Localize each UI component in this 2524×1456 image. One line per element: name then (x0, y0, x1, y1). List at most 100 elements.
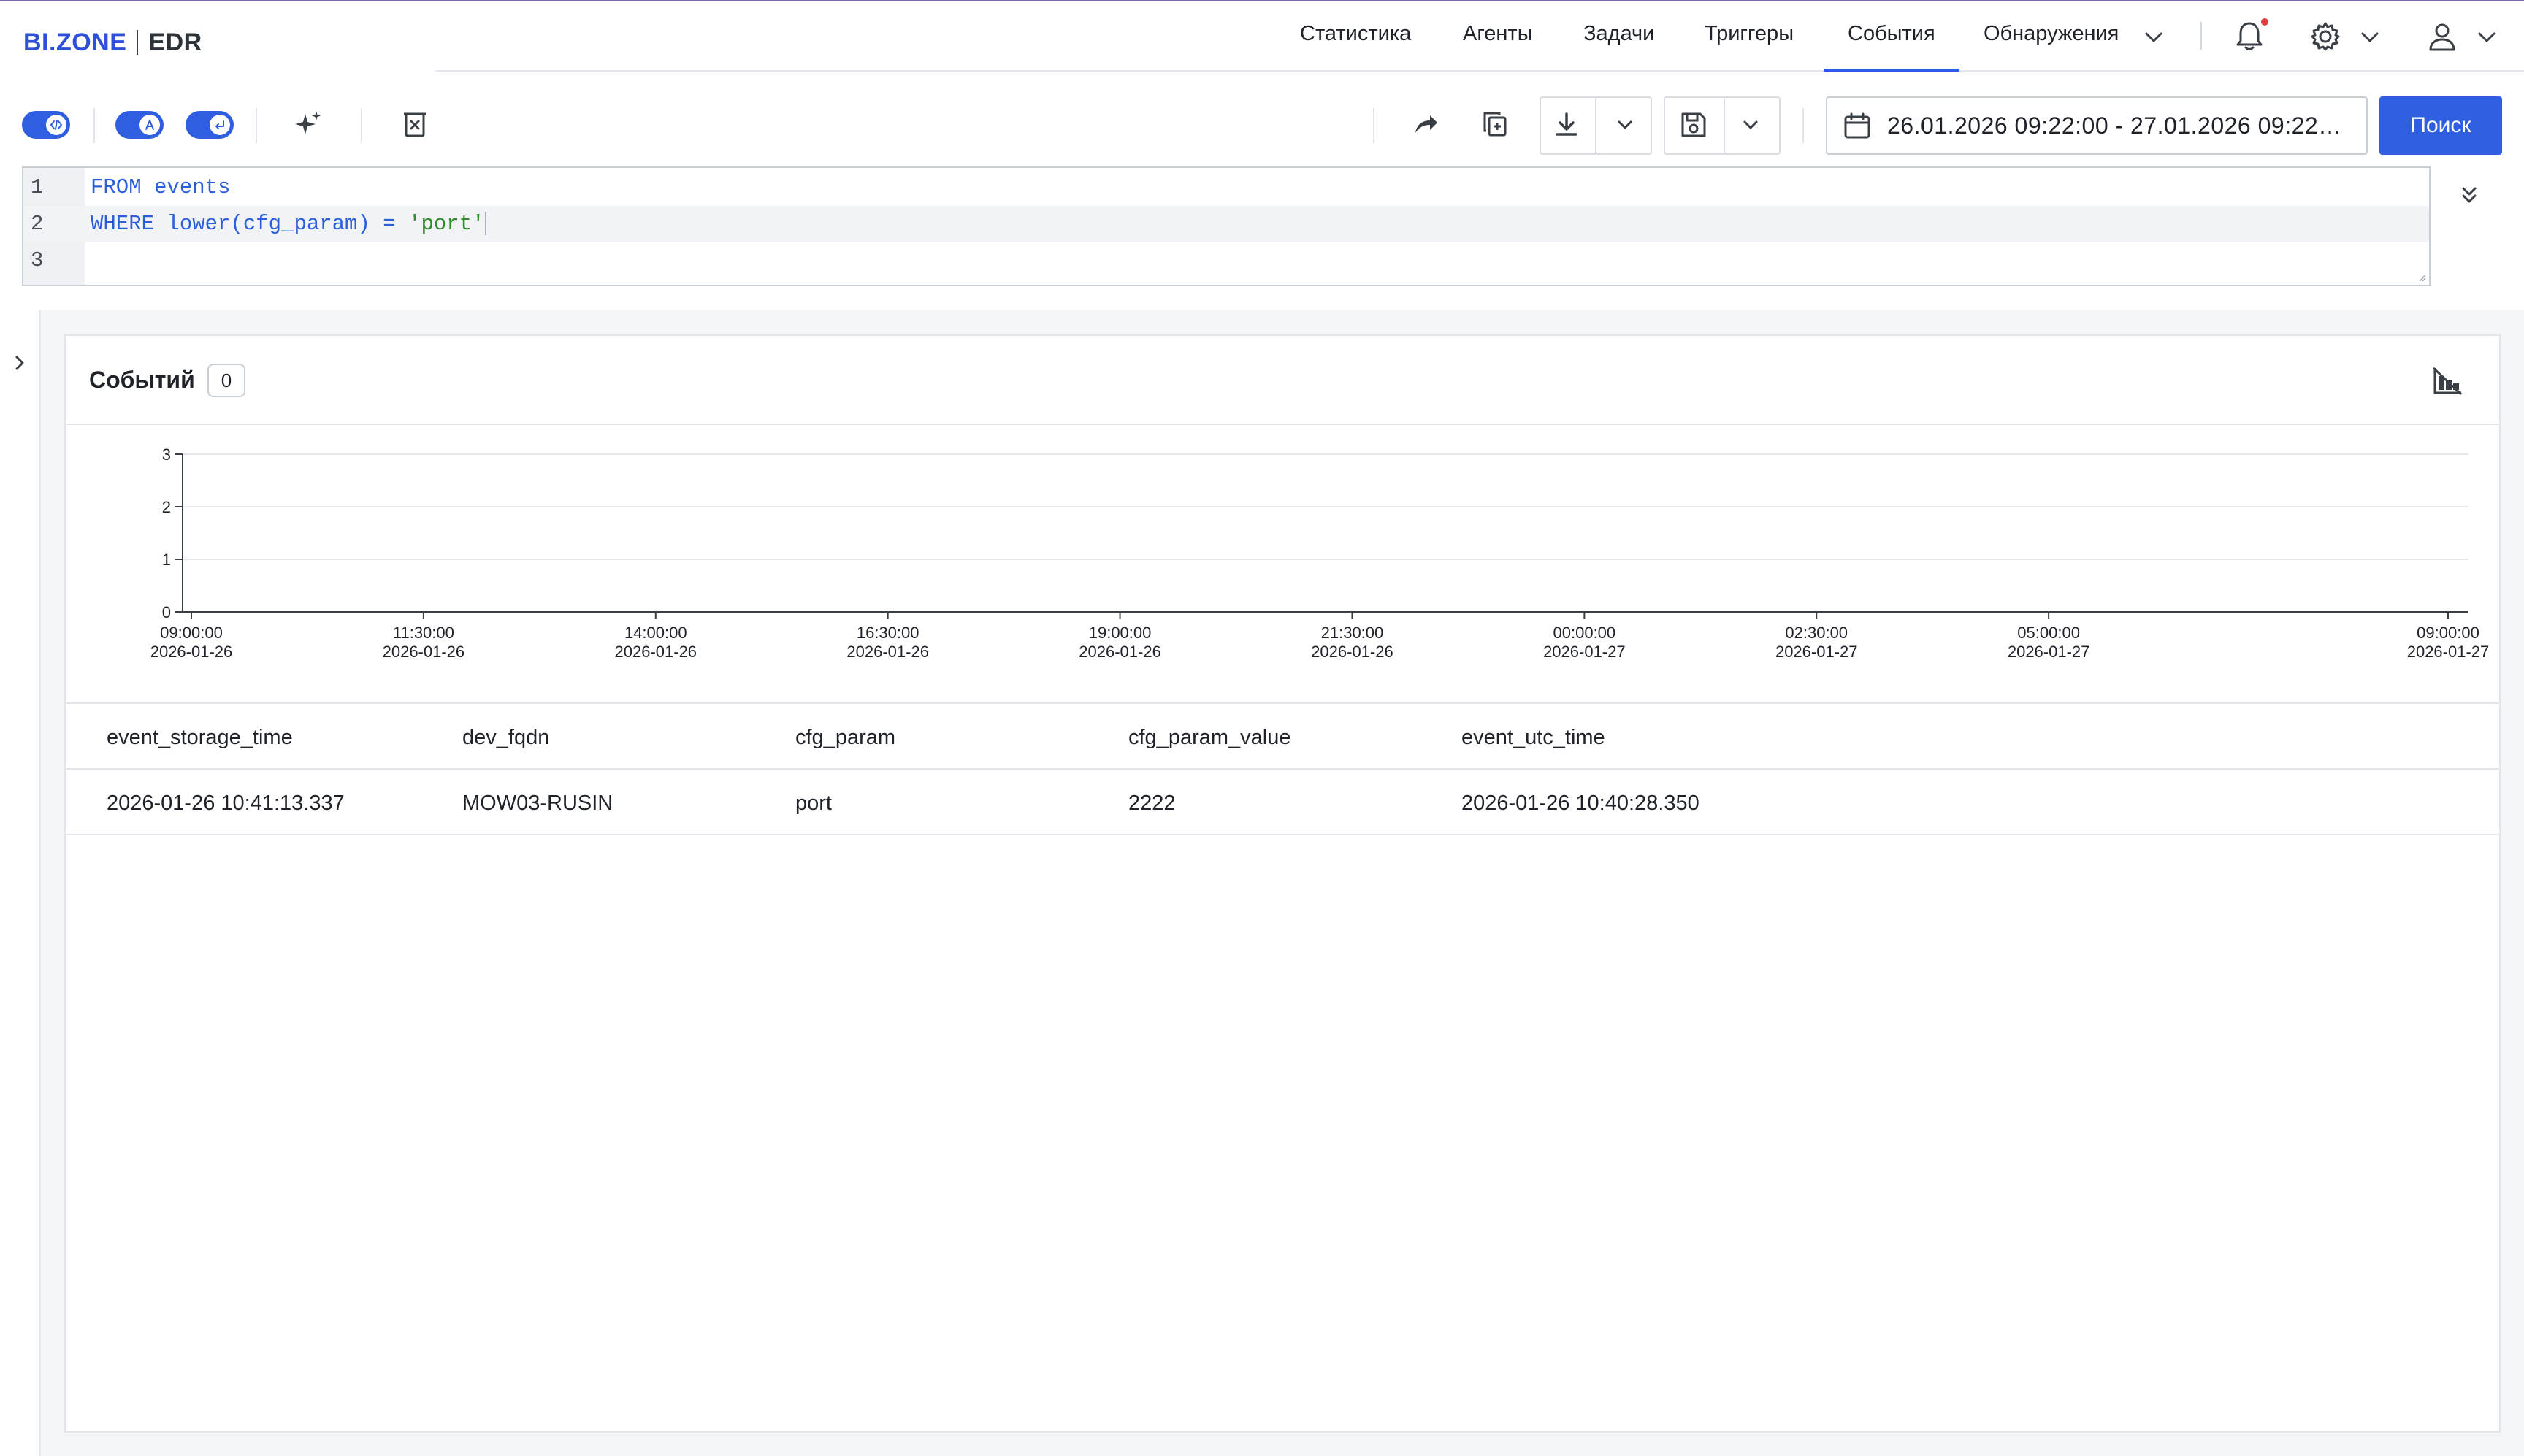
x-tick-date: 2026-01-26 (1079, 643, 1161, 661)
x-tick-time: 02:30:00 (1785, 624, 1848, 642)
results-card: Событий 0 0 1 2 3 09:00:00 2026-01-26 11:30:00… (64, 334, 2501, 1433)
download-icon[interactable] (1551, 110, 1582, 140)
code-icon (46, 115, 66, 135)
copy-button[interactable] (1472, 102, 1519, 149)
x-tick-time: 00:00:00 (1553, 624, 1616, 642)
code-line[interactable]: 1 FROM events (23, 169, 2429, 206)
chevron-down-icon[interactable] (2143, 26, 2165, 48)
code-line-active[interactable]: 2 WHERE lower(cfg_param) = 'port' (23, 206, 2429, 242)
column-header-event-utc-time[interactable]: event_utc_time (1461, 726, 1605, 750)
toolbar-separator (361, 108, 362, 143)
share-icon (1411, 110, 1440, 142)
y-tick-label: 0 (162, 603, 171, 621)
line-number: 2 (31, 212, 44, 236)
toolbar-separator (256, 108, 257, 143)
results-header: Событий 0 (66, 336, 2499, 425)
sparkle-icon (292, 108, 324, 144)
split-divider (1724, 98, 1725, 153)
logo[interactable]: BI.ZONE EDR (23, 28, 202, 57)
x-tick-date: 2026-01-26 (615, 643, 697, 661)
clear-query-button[interactable] (391, 102, 438, 149)
bell-icon[interactable] (2233, 19, 2265, 53)
letter-a-icon (139, 115, 160, 135)
y-tick-label: 2 (162, 498, 171, 516)
y-tick-label: 1 (162, 551, 171, 569)
chart-toggle-icon[interactable] (2431, 365, 2466, 397)
chevron-down-icon[interactable] (1614, 114, 1636, 136)
sql-text: events (141, 175, 231, 199)
notification-dot (2261, 18, 2268, 26)
results-table: event_storage_time dev_fqdn cfg_param cfg_p… (66, 704, 2499, 835)
user-icon[interactable] (2426, 20, 2458, 53)
date-range-picker[interactable]: 26.01.2026 09:22:00 - 27.01.2026 09:22… (1826, 96, 2368, 155)
logo-separator (137, 30, 139, 55)
search-button[interactable]: Поиск (2379, 96, 2502, 155)
x-tick-time: 19:00:00 (1089, 624, 1152, 642)
gear-icon[interactable] (2309, 20, 2341, 53)
nav-item-tasks[interactable]: Задачи (1583, 22, 1654, 46)
clear-icon (402, 110, 427, 142)
x-tick-time: 05:00:00 (2017, 624, 2080, 642)
code-mode-toggle[interactable] (22, 111, 70, 139)
column-header-cfg-param[interactable]: cfg_param (795, 726, 895, 750)
x-tick-time: 14:00:00 (624, 624, 687, 642)
toolbar-separator (1373, 108, 1374, 143)
table-cell-dev-fqdn: MOW03-RUSIN (462, 792, 613, 815)
y-tick-label: 3 (162, 445, 171, 464)
nav-item-triggers[interactable]: Триггеры (1705, 22, 1794, 46)
enter-icon (210, 115, 230, 135)
table-body: 2026-01-26 10:41:13.337 MOW03-RUSIN port 22… (66, 770, 2499, 835)
results-title: Событий (89, 367, 195, 393)
sql-string: 'port' (408, 212, 485, 236)
nav-item-detections[interactable]: Обнаружения (1984, 22, 2119, 46)
sql-keyword: WHERE (91, 212, 155, 236)
share-button[interactable] (1402, 102, 1449, 149)
x-tick-date: 2026-01-26 (1311, 643, 1393, 661)
x-tick-date: 2026-01-27 (2407, 643, 2490, 661)
toolbar-separator (93, 108, 95, 143)
column-header-dev-fqdn[interactable]: dev_fqdn (462, 726, 549, 750)
sql-keyword: FROM (91, 175, 142, 199)
logo-product: EDR (148, 28, 202, 56)
column-header-event-storage-time[interactable]: event_storage_time (107, 726, 293, 750)
chevron-down-icon[interactable] (1740, 114, 1762, 136)
copy-icon (1480, 109, 1511, 143)
sql-text: lower(cfg_param) = (154, 212, 409, 236)
results-count-badge: 0 (207, 364, 245, 397)
x-tick-time: 16:30:00 (857, 624, 919, 642)
nav-item-statistics[interactable]: Статистика (1300, 22, 1411, 46)
chevron-down-icon[interactable] (2476, 26, 2498, 48)
nav-item-events[interactable]: События (1848, 22, 1935, 46)
x-tick-time: 21:30:00 (1321, 624, 1384, 642)
table-row[interactable]: 2026-01-26 10:41:13.337 MOW03-RUSIN port 22… (66, 770, 2499, 835)
table-cell-event-storage-time: 2026-01-26 10:41:13.337 (107, 792, 345, 815)
table-cell-cfg-param: port (795, 792, 832, 815)
line-number: 3 (31, 248, 44, 272)
resize-handle-icon[interactable] (2419, 275, 2426, 282)
line-wrap-toggle[interactable] (186, 111, 234, 139)
table-cell-cfg-param-value: 2222 (1128, 792, 1176, 815)
calendar-icon (1842, 111, 1873, 142)
chevron-right-icon[interactable] (9, 352, 31, 374)
logo-brand: BI.ZONE (23, 28, 127, 56)
x-tick-date: 2026-01-27 (1543, 643, 1626, 661)
x-tick-time: 09:00:00 (160, 624, 223, 642)
autocomplete-toggle[interactable] (115, 111, 164, 139)
collapse-editor-icon[interactable] (2458, 183, 2480, 209)
text-cursor (484, 212, 486, 236)
x-tick-time: 09:00:00 (2417, 624, 2479, 642)
column-header-cfg-param-value[interactable]: cfg_param_value (1128, 726, 1290, 750)
x-tick-date: 2026-01-26 (846, 643, 929, 661)
events-histogram: 0 1 2 3 09:00:00 2026-01-26 11:30:00 2026-01-26… (66, 425, 2499, 704)
save-icon[interactable] (1678, 110, 1709, 140)
histogram-svg: 012309:00:002026-01-2611:30:002026-01-26… (150, 445, 2490, 661)
x-tick-date: 2026-01-27 (2008, 643, 2090, 661)
query-editor[interactable]: 1 FROM events 2 WHERE lower(cfg_param) =… (22, 166, 2431, 286)
date-range-value: 26.01.2026 09:22:00 - 27.01.2026 09:22… (1887, 112, 2342, 139)
chevron-down-icon[interactable] (2359, 26, 2381, 48)
ai-assistant-button[interactable] (285, 102, 332, 149)
toolbar-separator (1802, 108, 1804, 143)
code-line[interactable]: 3 (23, 242, 2429, 279)
table-header-row: event_storage_time dev_fqdn cfg_param cfg_p… (66, 704, 2499, 770)
nav-item-agents[interactable]: Агенты (1463, 22, 1533, 46)
